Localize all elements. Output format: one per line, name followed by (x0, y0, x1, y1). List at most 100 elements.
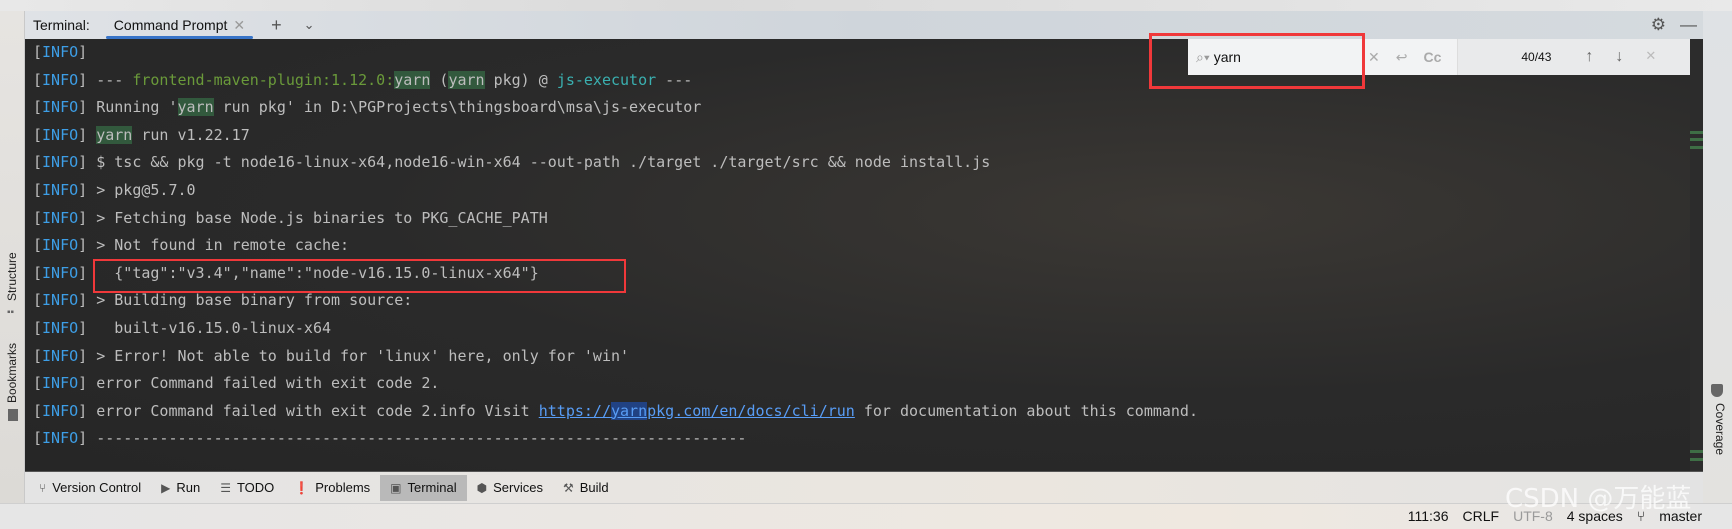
previous-match-icon[interactable]: ↑ (1585, 48, 1593, 66)
terminal-line: [INFO] > pkg@5.7.0 (33, 177, 1198, 205)
warning-icon: ❗ (294, 480, 310, 495)
toolwindow-label: Services (493, 480, 543, 495)
bookmark-icon (8, 409, 18, 421)
match-marker (1690, 131, 1703, 134)
close-tab-icon[interactable]: ✕ (233, 17, 245, 34)
minimize-icon[interactable]: — (1680, 15, 1697, 35)
search-match: yarn (96, 125, 133, 144)
output-text: $ tsc && pkg -t node16-linux-x64,node16-… (87, 153, 991, 172)
tab-command-prompt[interactable]: Command Prompt ✕ (104, 11, 254, 39)
toolwindow-version-control[interactable]: ⑂ Version Control (29, 475, 151, 501)
terminal-line: [INFO] > Error! Not able to build for 'l… (33, 343, 1198, 371)
output-text: ----------------------------------------… (87, 429, 747, 448)
search-match: yarn (177, 98, 214, 117)
output-text: > pkg@5.7.0 (87, 180, 196, 199)
toolwindow-problems[interactable]: ❗ Problems (284, 475, 380, 501)
log-prefix: INFO (42, 291, 79, 310)
log-prefix: ] (78, 98, 88, 117)
log-prefix: INFO (42, 98, 79, 117)
log-prefix: INFO (42, 318, 79, 337)
sidebar-item-bookmarks[interactable]: Bookmarks (5, 343, 19, 403)
toolwindow-label: Version Control (52, 480, 142, 495)
log-prefix: [ (33, 318, 43, 337)
terminal-line: [INFO] Running 'yarn run pkg' in D:\PGPr… (33, 94, 1198, 122)
match-marker (1690, 458, 1703, 461)
log-prefix: ] (78, 291, 88, 310)
toolwindow-todo[interactable]: ☰ TODO (210, 475, 284, 501)
match-marker (1690, 450, 1703, 453)
terminal-line: [INFO] $ tsc && pkg -t node16-linux-x64,… (33, 149, 1198, 177)
log-prefix: INFO (42, 125, 79, 144)
output-text: > Not found in remote cache: (87, 236, 350, 255)
output-text: --- (87, 70, 133, 89)
output-text: ( (430, 70, 449, 89)
new-tab-plus-icon[interactable]: + (271, 15, 282, 36)
sidebar-item-coverage[interactable]: Coverage (1713, 403, 1727, 455)
log-prefix: INFO (42, 374, 79, 393)
close-find-icon[interactable]: ✕ (1645, 48, 1656, 66)
services-icon: ⬢ (476, 480, 488, 495)
log-prefix: ] (78, 346, 88, 365)
log-prefix: [ (33, 208, 43, 227)
log-prefix: ] (78, 401, 88, 420)
output-text: > Building base binary from source: (87, 291, 413, 310)
log-prefix: ] (78, 263, 88, 282)
doc-link[interactable]: https:// (539, 402, 611, 420)
line-separator[interactable]: CRLF (1463, 508, 1500, 524)
toolwindow-terminal[interactable]: ▣ Terminal (380, 474, 467, 501)
structure-icon: ▪▪ (7, 307, 15, 318)
output-text: built-v16.15.0-linux-x64 (87, 318, 332, 337)
log-prefix: [ (33, 98, 43, 117)
output-text: run pkg' in D:\PGProjects\thingsboard\ms… (213, 98, 702, 117)
toolwindow-build[interactable]: ⚒ Build (553, 475, 619, 501)
log-prefix: INFO (42, 401, 79, 420)
output-text: > Fetching base Node.js binaries to PKG_… (87, 208, 548, 227)
gear-icon[interactable]: ⚙ (1651, 15, 1666, 35)
terminal-line: [INFO] --- frontend-maven-plugin:1.12.0:… (33, 67, 1198, 95)
sidebar-item-structure[interactable]: Structure (5, 252, 19, 301)
output-text: > Error! Not able to build for 'linux' h… (87, 346, 630, 365)
log-prefix: [ (33, 43, 43, 61)
doc-link[interactable]: yarn (610, 401, 648, 420)
log-prefix: ] (78, 236, 88, 255)
log-prefix: [ (33, 291, 43, 310)
log-prefix: ] (78, 208, 88, 227)
log-prefix: ] (78, 180, 88, 199)
terminal-output[interactable]: [INFO] [INFO] --- frontend-maven-plugin:1… (25, 39, 1690, 471)
hammer-icon: ⚒ (562, 480, 574, 495)
toolwindow-label: Build (579, 480, 609, 495)
search-match: yarn (394, 70, 431, 89)
search-match: yarn (448, 70, 485, 89)
log-prefix: INFO (42, 208, 79, 227)
log-prefix: ] (78, 70, 88, 89)
scrollbar[interactable] (1690, 39, 1703, 471)
caret-position[interactable]: 111:36 (1408, 508, 1449, 524)
tab-label: Command Prompt (113, 17, 228, 33)
terminal-line: [INFO] ---------------------------------… (33, 425, 1198, 453)
toolwindow-label: Terminal (407, 480, 457, 495)
match-marker (1690, 138, 1703, 141)
toolwindow-run[interactable]: ▶ Run (151, 475, 210, 501)
match-count: 40/43 (1521, 50, 1552, 64)
editor-edge (0, 0, 1732, 11)
terminal-line: [INFO] (33, 39, 1198, 67)
terminal-line: [INFO] > Fetching base Node.js binaries … (33, 205, 1198, 233)
doc-link[interactable]: pkg.com/en/docs/cli/run (647, 402, 855, 420)
log-prefix: INFO (42, 429, 79, 448)
log-prefix: [ (33, 236, 43, 255)
output-text: js-executor (556, 70, 657, 89)
chevron-down-icon[interactable]: ⌄ (304, 17, 315, 33)
next-match-icon[interactable]: ↓ (1615, 48, 1623, 66)
annotation-box-json-line (93, 259, 626, 293)
status-bar: 111:36 CRLF UTF-8 4 spaces ⑂ master (0, 503, 1732, 529)
log-prefix: [ (33, 346, 43, 365)
toolwindow-services[interactable]: ⬢ Services (467, 475, 553, 501)
match-case-button[interactable]: Cc (1423, 49, 1441, 66)
terminal-line: [INFO] > Not found in remote cache: (33, 232, 1198, 260)
log-prefix: [ (33, 429, 43, 448)
log-prefix: [ (33, 374, 43, 393)
log-prefix: [ (33, 70, 43, 89)
newline-icon[interactable]: ↩ (1396, 49, 1408, 66)
clear-search-icon[interactable]: ✕ (1368, 49, 1380, 66)
